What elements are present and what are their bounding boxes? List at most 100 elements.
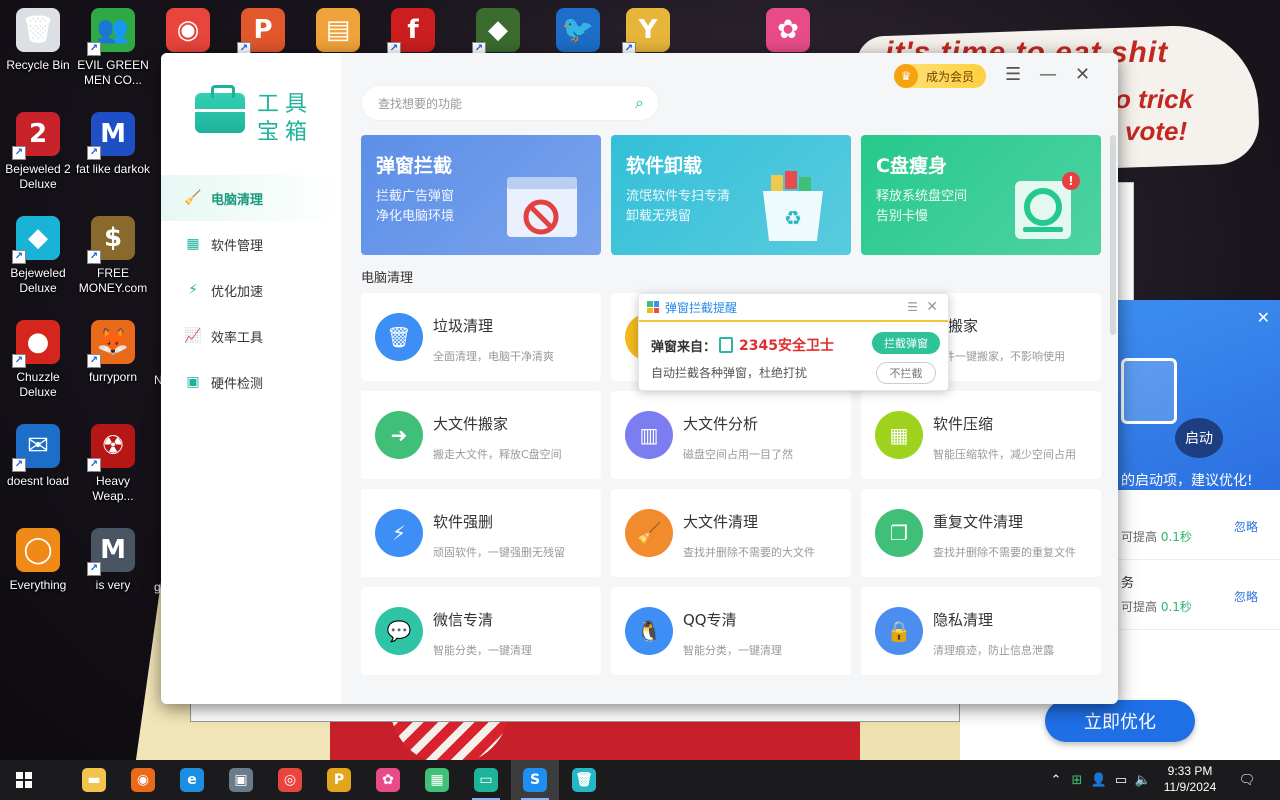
- app-title: 工具宝箱: [257, 92, 314, 145]
- taskbar-app-recycle-app[interactable]: 🗑: [560, 760, 608, 800]
- sidebar-item[interactable]: 🧹 电脑清理: [161, 175, 341, 221]
- icon-glyph: ✉: [27, 431, 49, 461]
- taskbar-app-flower-app[interactable]: ✿: [364, 760, 412, 800]
- tool-tile[interactable]: ➜ 大文件搬家 搬走大文件，释放C盘空间: [361, 391, 601, 479]
- desktop-icon[interactable]: M ↗ is very: [75, 528, 151, 593]
- desktop-icon[interactable]: ◆ ↗: [460, 8, 536, 58]
- taskbar-clock[interactable]: 9:33 PM 11/9/2024: [1160, 763, 1220, 795]
- icon-glyph: 🦊: [96, 327, 130, 357]
- icon-glyph: ◉: [176, 15, 200, 45]
- taskbar-app-firefox[interactable]: ◉: [119, 760, 167, 800]
- desktop-icon[interactable]: ▤: [300, 8, 376, 58]
- tool-title: 大文件分析: [683, 415, 759, 433]
- taskbar-app-window-app[interactable]: ▣: [217, 760, 265, 800]
- desktop-icon[interactable]: 🦊 ↗ furryporn: [75, 320, 151, 385]
- window-app-icon: ▣: [229, 768, 253, 792]
- sidebar-item-label: 硬件检测: [211, 376, 264, 392]
- taskbar-app-edge[interactable]: e: [168, 760, 216, 800]
- people-icon[interactable]: 👤: [1088, 773, 1110, 788]
- banner-title: 弹窗拦截: [376, 155, 453, 177]
- popup-menu-icon[interactable]: ☰: [907, 300, 918, 314]
- feature-banner[interactable]: 软件卸载 流氓软件专扫专清 卸载无残留 ♻: [611, 135, 851, 255]
- force-delete-icon: ⚡: [375, 509, 423, 557]
- tool-title: 垃圾清理: [433, 317, 494, 335]
- tool-tile[interactable]: 💬 微信专清 智能分类，一键清理: [361, 587, 601, 675]
- windows-logo-icon[interactable]: ⊞: [1066, 773, 1088, 788]
- sidebar-item[interactable]: ▦ 软件管理: [161, 221, 341, 267]
- tool-tile[interactable]: 🔒 隐私清理 清理痕迹，防止信息泄露: [861, 587, 1101, 675]
- desktop-icon[interactable]: Y ↗: [610, 8, 686, 58]
- desktop-icon[interactable]: 2 ↗ Bejeweled 2 Deluxe: [0, 112, 76, 192]
- sidebar-item-label: 电脑清理: [211, 192, 264, 208]
- desktop-icon[interactable]: ✉ ↗ doesnt load: [0, 424, 76, 489]
- search-input[interactable]: 查找想要的功能 ⌕: [361, 85, 659, 121]
- close-icon[interactable]: ✕: [1075, 65, 1090, 85]
- desktop-icon[interactable]: ☢ ↗ Heavy Weap...: [75, 424, 151, 504]
- desktop-icon-label: Everything: [9, 578, 67, 592]
- taskbar-app-safety-app[interactable]: S: [511, 760, 559, 800]
- desktop-icon-label: FREE MONEY.com: [78, 266, 148, 295]
- desktop-icon[interactable]: ● ↗ Chuzzle Deluxe: [0, 320, 76, 400]
- search-icon[interactable]: ⌕: [635, 93, 644, 113]
- sidebar-item-label: 优化加速: [211, 284, 264, 300]
- feature-banner[interactable]: C盘瘦身 释放系统盘空间 告别卡慢!: [861, 135, 1101, 255]
- tool-tile[interactable]: 🧹 大文件清理 查找并删除不需要的大文件: [611, 489, 851, 577]
- desktop-icon[interactable]: f ↗: [375, 8, 451, 58]
- ignore-link[interactable]: 忽略: [1234, 518, 1258, 535]
- ignore-link[interactable]: 忽略: [1234, 588, 1258, 605]
- shield-icon: ◆ ↗: [472, 8, 520, 56]
- popup-close-icon[interactable]: ✕: [926, 299, 938, 315]
- svg-text:♻: ♻: [784, 206, 802, 230]
- sidebar-item[interactable]: 📈 效率工具: [161, 313, 341, 359]
- allow-popup-button[interactable]: 不拦截: [876, 362, 936, 384]
- desktop-icon-label: Bejeweled Deluxe: [10, 266, 66, 295]
- scrollbar[interactable]: [1110, 135, 1116, 335]
- firefox-icon: ◉: [131, 768, 155, 792]
- become-member-button[interactable]: ♛ 成为会员: [894, 64, 986, 88]
- desktop-icon-label-partial: g: [154, 580, 161, 594]
- banner-subtitle: 净化电脑环境: [376, 209, 455, 224]
- taskbar-app-paint[interactable]: P: [315, 760, 363, 800]
- edge-icon: e: [180, 768, 204, 792]
- shortcut-arrow-icon: ↗: [87, 562, 101, 576]
- desktop-icon[interactable]: ◯ Everything: [0, 528, 76, 593]
- icon-glyph: f: [407, 15, 419, 45]
- network-icon[interactable]: ▭: [1110, 773, 1132, 788]
- tool-tile[interactable]: ▥ 大文件分析 磁盘空间占用一目了然: [611, 391, 851, 479]
- yashima-icon: Y ↗: [622, 8, 670, 56]
- feature-banner[interactable]: 弹窗拦截 拦截广告弹窗 净化电脑环境: [361, 135, 601, 255]
- tool-tile[interactable]: ⚡ 软件强删 顽固软件，一键强删无残留: [361, 489, 601, 577]
- close-icon[interactable]: ✕: [1257, 308, 1270, 327]
- desktop-icon[interactable]: P ↗: [225, 8, 301, 58]
- block-popup-button[interactable]: 拦截弹窗: [872, 332, 940, 354]
- start-button[interactable]: [0, 760, 48, 800]
- notification-button[interactable]: 🗨: [1236, 760, 1258, 800]
- desktop-icon[interactable]: $ ↗ FREE MONEY.com: [75, 216, 151, 296]
- sidebar-item[interactable]: ⚡ 优化加速: [161, 267, 341, 313]
- toolbox-icon: ▭: [474, 768, 498, 792]
- chevron-up-icon[interactable]: ⌃: [1046, 773, 1066, 788]
- menu-icon[interactable]: ☰: [1005, 65, 1021, 85]
- system-tray: ⌃ ⊞ 👤 ▭ 🔈: [1046, 760, 1154, 800]
- tool-tile[interactable]: 🐧 QQ专清 智能分类，一键清理: [611, 587, 851, 675]
- desktop-icon[interactable]: ◆ ↗ Bejeweled Deluxe: [0, 216, 76, 296]
- desktop-icon[interactable]: 👥 ↗ EVIL GREEN MEN CO...: [75, 8, 151, 88]
- sidebar-item[interactable]: ▣ 硬件检测: [161, 359, 341, 405]
- notification-icon: 🗨: [1238, 772, 1256, 788]
- tool-tile[interactable]: ❐ 重复文件清理 查找并删除不需要的重复文件: [861, 489, 1101, 577]
- desktop-icon[interactable]: 🗑 Recycle Bin: [0, 8, 76, 73]
- optimize-now-button[interactable]: 立即优化: [1045, 700, 1195, 742]
- minimize-icon[interactable]: —: [1039, 65, 1057, 85]
- desktop-icon[interactable]: ◉: [150, 8, 226, 58]
- tool-tile[interactable]: ▦ 软件压缩 智能压缩软件，减少空间占用: [861, 391, 1101, 479]
- shortcut-arrow-icon: ↗: [87, 458, 101, 472]
- taskbar-app-file-explorer[interactable]: ▬: [70, 760, 118, 800]
- taskbar-app-chrome[interactable]: ◎: [266, 760, 314, 800]
- desktop-icon[interactable]: M ↗ fat like darkok: [75, 112, 151, 177]
- tool-tile[interactable]: 🗑 垃圾清理 全面清理，电脑干净清爽: [361, 293, 601, 381]
- volume-icon[interactable]: 🔈: [1132, 773, 1154, 788]
- desktop-icon[interactable]: 🐦: [540, 8, 616, 58]
- taskbar-app-store-app[interactable]: ▦: [413, 760, 461, 800]
- taskbar-app-toolbox[interactable]: ▭: [462, 760, 510, 800]
- desktop-icon[interactable]: ✿: [750, 8, 826, 58]
